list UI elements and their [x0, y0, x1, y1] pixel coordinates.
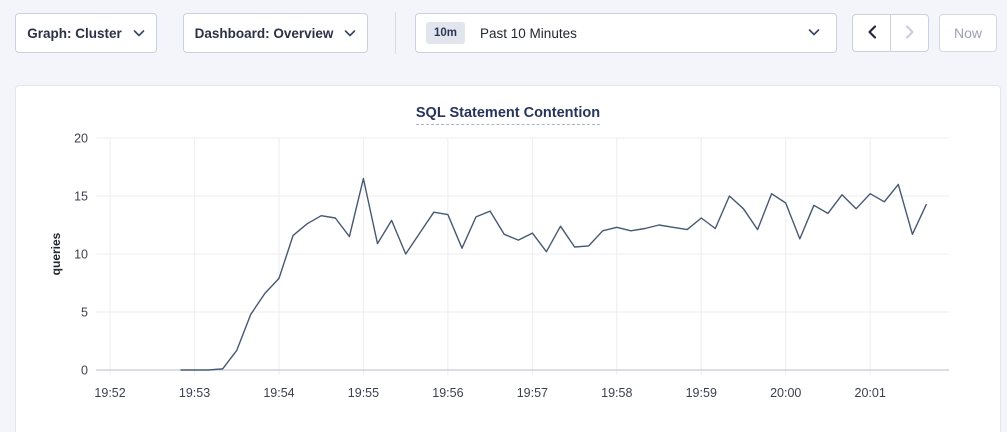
chart-card: SQL Statement Contention 0 5 10 15 20 19:52 19… [15, 85, 1001, 432]
x-tick-label: 19:58 [601, 386, 632, 400]
chart-plot[interactable]: 0 5 10 15 20 19:52 19:53 19:54 19:55 19:56 19:57 19… [16, 86, 1002, 431]
chevron-right-icon [904, 24, 916, 43]
x-tick-label: 19:53 [179, 386, 210, 400]
graph-dropdown[interactable]: Graph: Cluster [15, 13, 157, 53]
series-line [181, 179, 927, 370]
chevron-down-icon [808, 24, 820, 42]
time-range-label: Past 10 Minutes [480, 26, 808, 41]
toolbar-divider [395, 12, 396, 54]
chart-title[interactable]: SQL Statement Contention [416, 105, 600, 125]
prev-time-button[interactable] [853, 15, 890, 51]
y-tick-label: 15 [74, 190, 88, 204]
chart-title-row: SQL Statement Contention [16, 105, 1000, 125]
time-range-badge: 10m [426, 22, 465, 44]
chevron-left-icon [866, 24, 878, 43]
chevron-down-icon [133, 26, 145, 41]
x-tick-label: 19:52 [94, 386, 125, 400]
y-axis-title: queries [49, 232, 63, 275]
x-tick-label: 19:55 [348, 386, 379, 400]
now-button[interactable]: Now [939, 14, 997, 52]
x-tick-label: 19:57 [517, 386, 548, 400]
time-range-selector[interactable]: 10m Past 10 Minutes [415, 13, 837, 53]
y-tick-label: 0 [81, 364, 88, 378]
y-tick-label: 10 [74, 248, 88, 262]
x-tick-label: 19:54 [263, 386, 294, 400]
chevron-down-icon [344, 26, 356, 41]
toolbar: Graph: Cluster Dashboard: Overview 10m P… [0, 0, 1007, 68]
dashboard-dropdown-label: Dashboard: Overview [195, 26, 334, 41]
y-tick-label: 5 [81, 306, 88, 320]
dashboard-dropdown[interactable]: Dashboard: Overview [183, 13, 368, 53]
graph-dropdown-label: Graph: Cluster [27, 26, 122, 41]
x-tick-label: 20:00 [770, 386, 801, 400]
time-nav-group [852, 14, 929, 52]
y-tick-label: 20 [74, 132, 88, 146]
x-tick-label: 19:59 [686, 386, 717, 400]
x-tick-label: 19:56 [432, 386, 463, 400]
x-tick-label: 20:01 [855, 386, 886, 400]
next-time-button[interactable] [890, 15, 928, 51]
